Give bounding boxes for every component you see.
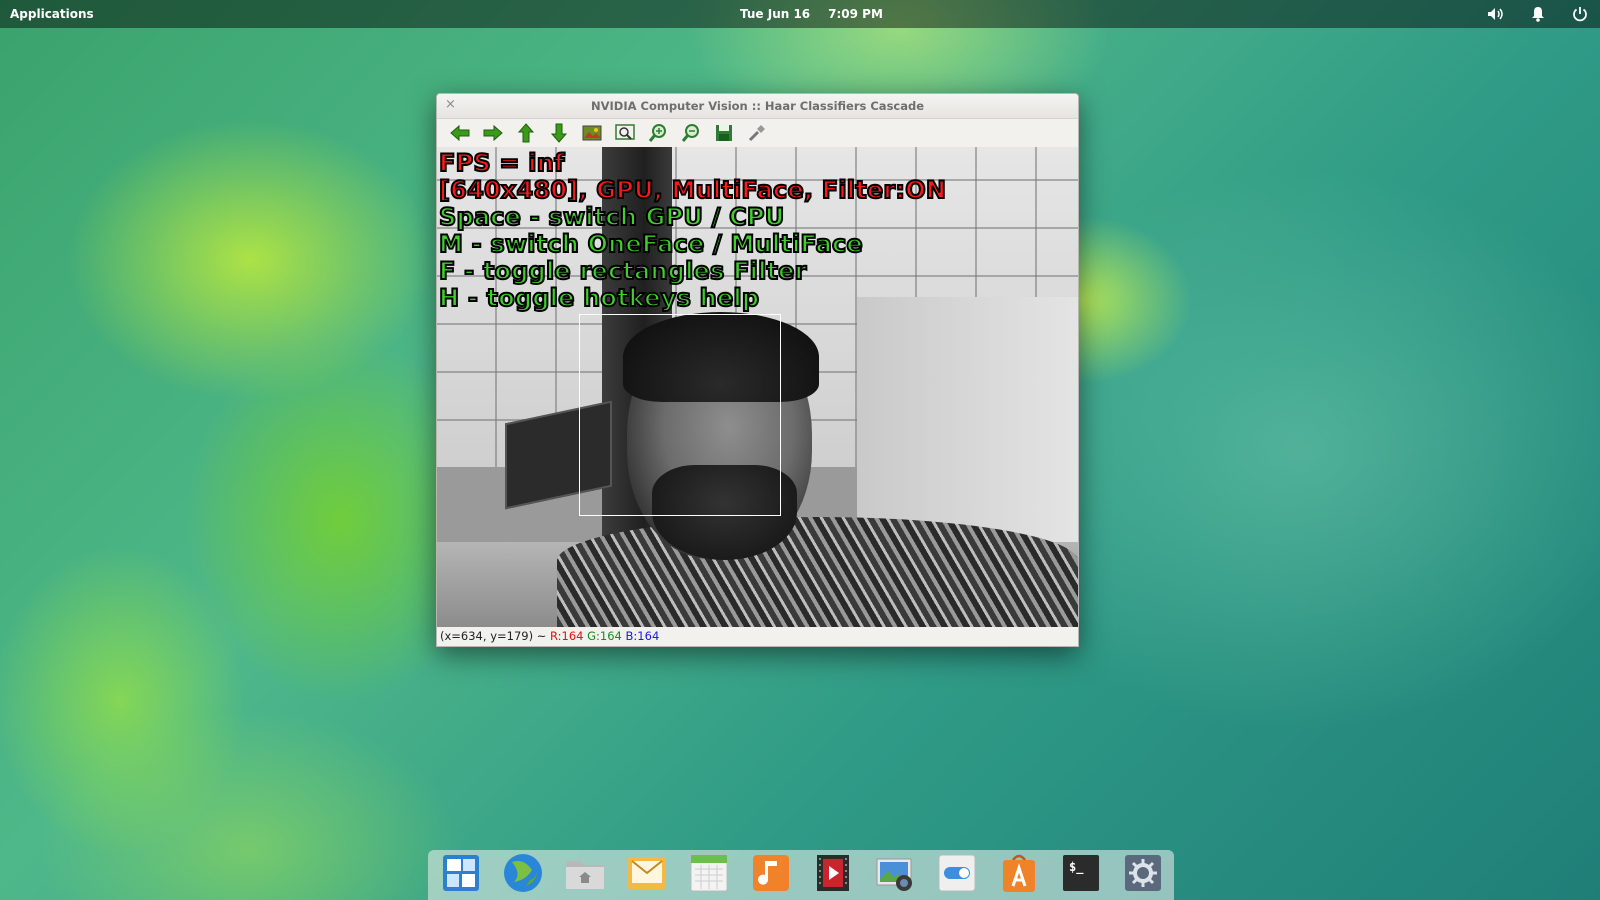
applications-menu-button[interactable]: Applications bbox=[10, 7, 94, 21]
system-settings-icon[interactable] bbox=[1120, 851, 1166, 895]
hotkey-help-line: H - toggle hotkeys help bbox=[438, 284, 760, 313]
fps-text: FPS = inf bbox=[438, 149, 565, 178]
volume-icon[interactable] bbox=[1486, 4, 1506, 24]
arrow-up-icon[interactable] bbox=[513, 122, 538, 144]
zoom-out-icon[interactable] bbox=[678, 122, 703, 144]
photos-icon[interactable] bbox=[872, 851, 918, 895]
properties-icon[interactable] bbox=[744, 122, 769, 144]
face-detection-rectangle bbox=[579, 314, 781, 516]
app-center-icon[interactable] bbox=[996, 851, 1042, 895]
arrow-down-icon[interactable] bbox=[546, 122, 571, 144]
mail-icon[interactable] bbox=[624, 851, 670, 895]
zoom-fit-icon[interactable] bbox=[612, 122, 637, 144]
videos-icon[interactable] bbox=[810, 851, 856, 895]
pixel-red-value: R:164 bbox=[550, 629, 584, 643]
web-browser-icon[interactable] bbox=[500, 851, 546, 895]
dock-items: $_ bbox=[438, 851, 1166, 895]
hotkey-help-line: M - switch OneFace / MultiFace bbox=[438, 230, 864, 259]
top-panel: Applications Tue Jun 16 7:09 PM bbox=[0, 0, 1600, 28]
image-icon[interactable] bbox=[579, 122, 604, 144]
hotkey-help-line: F - toggle rectangles Filter bbox=[438, 257, 808, 286]
terminal-glyph: $_ bbox=[1069, 860, 1084, 875]
power-icon[interactable] bbox=[1570, 4, 1590, 24]
clock-date: Tue Jun 16 bbox=[740, 7, 811, 21]
system-tray bbox=[1486, 4, 1590, 24]
save-icon[interactable] bbox=[711, 122, 736, 144]
pixel-blue-value: B:164 bbox=[625, 629, 660, 643]
music-icon[interactable] bbox=[748, 851, 794, 895]
clock-time: 7:09 PM bbox=[828, 7, 883, 21]
image-shirt bbox=[557, 517, 1078, 627]
window-toolbar bbox=[437, 119, 1078, 147]
switchboard-toggle-icon[interactable] bbox=[934, 851, 980, 895]
cv-window: × NVIDIA Computer Vision :: Haar Classif… bbox=[436, 93, 1079, 647]
window-title: NVIDIA Computer Vision :: Haar Classifie… bbox=[590, 99, 925, 113]
files-icon[interactable] bbox=[562, 851, 608, 895]
window-titlebar[interactable]: × NVIDIA Computer Vision :: Haar Classif… bbox=[437, 94, 1078, 119]
pixel-green-value: G:164 bbox=[587, 629, 622, 643]
multitasking-view-icon[interactable] bbox=[438, 851, 484, 895]
calendar-icon[interactable] bbox=[686, 851, 732, 895]
clock[interactable]: Tue Jun 16 7:09 PM bbox=[740, 7, 901, 21]
zoom-in-icon[interactable] bbox=[645, 122, 670, 144]
status-bar: (x=634, y=179) ~ R:164 G:164 B:164 bbox=[437, 627, 1078, 646]
camera-image[interactable]: FPS = inf [640x480], GPU, MultiFace, Fil… bbox=[437, 147, 1078, 627]
mode-text: [640x480], GPU, MultiFace, Filter:ON bbox=[438, 176, 947, 205]
terminal-icon[interactable]: $_ bbox=[1058, 851, 1104, 895]
hotkey-help-line: Space - switch GPU / CPU bbox=[438, 203, 785, 232]
arrow-left-icon[interactable] bbox=[447, 122, 472, 144]
arrow-right-icon[interactable] bbox=[480, 122, 505, 144]
hud-overlay: FPS = inf [640x480], GPU, MultiFace, Fil… bbox=[438, 149, 947, 313]
notifications-icon[interactable] bbox=[1528, 4, 1548, 24]
pixel-coords: (x=634, y=179) ~ bbox=[440, 629, 547, 643]
